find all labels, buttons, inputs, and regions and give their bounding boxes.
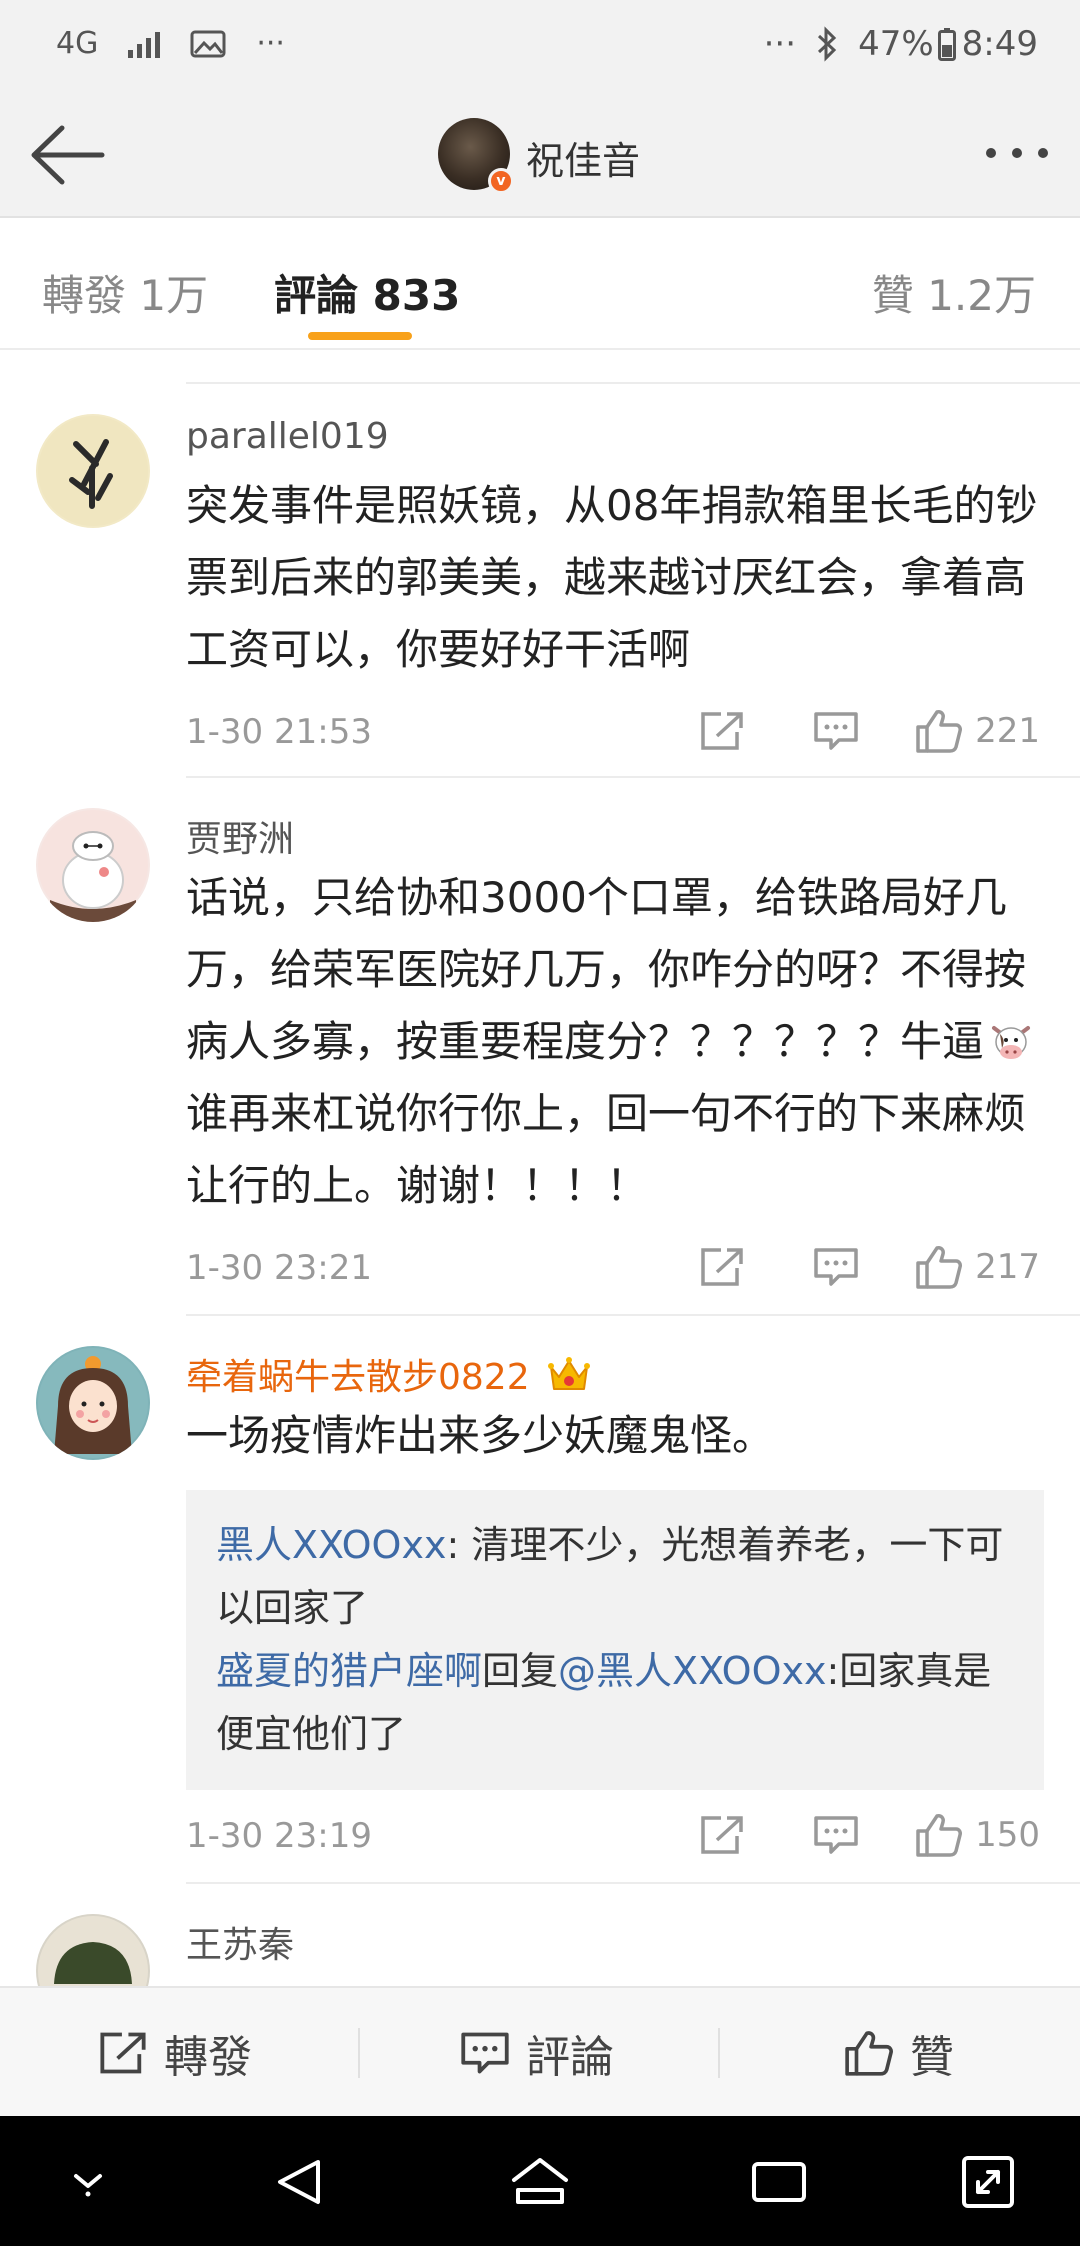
like-action-button[interactable]: 贊 (844, 1988, 954, 2118)
user-avatar[interactable] (36, 1914, 150, 1986)
chevron-down-icon[interactable] (62, 2154, 114, 2206)
comment-icon (814, 1816, 858, 1854)
like-count: 221 (975, 711, 1040, 751)
expand-icon[interactable] (960, 2154, 1016, 2210)
comment-text: 突发事件是照妖镜，从08年捐款箱里长毛的钞票到后来的郭美美，越来越讨厌红会，拿着… (186, 481, 1038, 674)
share-icon (701, 1816, 743, 1854)
repost-button[interactable] (699, 1810, 745, 1860)
back-arrow-icon[interactable] (28, 120, 108, 190)
like-count: 217 (975, 1247, 1040, 1287)
thumbs-up-icon (916, 710, 963, 753)
reply-label: 回复 (482, 1649, 559, 1693)
user-avatar[interactable] (36, 414, 150, 528)
comment-icon (461, 2032, 509, 2074)
divider (358, 2028, 360, 2078)
repost-button[interactable] (699, 706, 745, 756)
comment-username[interactable]: parallel019 (186, 416, 389, 457)
system-navigation-bar (0, 2116, 1080, 2246)
tab-bar: 轉發 1万 評論 833 贊 1.2万 (0, 218, 1080, 350)
like-count: 150 (975, 1815, 1040, 1855)
comment-time: 1-30 21:53 (186, 712, 372, 752)
reply-item: 黑人XXOOxx: 清理不少，光想着养老，一下可以回家了 (216, 1514, 1014, 1640)
verified-badge-icon: v (488, 168, 514, 194)
notification-more: ··· (256, 26, 285, 61)
battery-percent: 47% (858, 24, 934, 64)
comment-list[interactable]: parallel019 突发事件是照妖镜，从08年捐款箱里长毛的钞票到后来的郭美… (0, 352, 1080, 1986)
user-avatar[interactable] (36, 808, 150, 922)
comment-text: 一场疫情炸出来多少妖魔鬼怪。 (186, 1411, 775, 1460)
like-button[interactable]: 150 (915, 1810, 1040, 1860)
active-tab-indicator (308, 332, 412, 340)
comment-time: 1-30 23:21 (186, 1248, 372, 1288)
like-label: 贊 (910, 2032, 954, 2083)
cow-emoji-icon (988, 1014, 1034, 1060)
network-indicator: 4G (56, 26, 99, 61)
back-icon[interactable] (272, 2154, 328, 2210)
recent-apps-icon[interactable] (750, 2154, 808, 2210)
thumbs-up-icon (845, 2031, 893, 2076)
tab-comments[interactable]: 評論 833 (274, 262, 460, 323)
page-title[interactable]: 祝佳音 (526, 130, 640, 185)
bluetooth-icon (818, 26, 837, 62)
gallery-icon (190, 30, 226, 57)
tab-likes[interactable]: 贊 1.2万 (872, 262, 1036, 323)
comment-meta: 1-30 21:53 221 (186, 706, 1040, 756)
like-button[interactable]: 221 (915, 706, 1040, 756)
divider (186, 1314, 1080, 1316)
comment-time: 1-30 23:19 (186, 1816, 372, 1856)
comment-action-button[interactable]: 評論 (460, 1988, 614, 2118)
comment-meta: 1-30 23:21 217 (186, 1242, 1040, 1292)
status-more: ··· (763, 24, 797, 64)
girl-avatar-icon (38, 1348, 148, 1458)
baymax-avatar-icon (38, 810, 148, 922)
comment-text-part: 话说，只给协和3000个口罩，给铁路局好几万，给荣军医院好几万，你咋分的呀？不得… (186, 873, 1027, 1066)
share-icon (100, 2032, 146, 2074)
reply-button[interactable] (813, 1810, 859, 1860)
like-button[interactable]: 217 (915, 1242, 1040, 1292)
bottom-action-bar: 轉發 評論 贊 (0, 1986, 1080, 2116)
reply-username[interactable]: 黑人XXOOxx (216, 1523, 446, 1567)
vip-crown-icon (548, 1357, 591, 1390)
signal-icon (128, 30, 161, 58)
comment-username[interactable]: 牵着蜗牛去散步0822 (186, 1348, 591, 1400)
calligraphy-avatar-icon (38, 416, 148, 526)
comment-icon (814, 1248, 858, 1286)
reply-button[interactable] (813, 706, 859, 756)
divider (186, 382, 1080, 384)
reply-separator: : (446, 1523, 460, 1567)
comment-meta: 1-30 23:19 150 (186, 1810, 1040, 1860)
top-navigation: v 祝佳音 (0, 92, 1080, 218)
comment-icon (814, 712, 858, 750)
comment-text: 话说，只给协和3000个口罩，给铁路局好几万，给荣军医院好几万，你咋分的呀？不得… (186, 862, 1046, 1222)
comment-label: 評論 (526, 2032, 614, 2083)
reply-username[interactable]: 盛夏的猎户座啊 (216, 1649, 482, 1693)
reply-item: 盛夏的猎户座啊回复@黑人XXOOxx:回家真是便宜他们了 (216, 1640, 1014, 1766)
comment-username[interactable]: 贾野洲 (186, 810, 294, 862)
reply-mention[interactable]: @黑人XXOOxx (558, 1649, 826, 1693)
battery-icon (937, 28, 956, 61)
repost-action-button[interactable]: 轉發 (98, 1988, 252, 2118)
status-bar: 4G ··· ··· 47% 8:49 (0, 0, 1080, 92)
reply-preview[interactable]: 黑人XXOOxx: 清理不少，光想着养老，一下可以回家了 盛夏的猎户座啊回复@黑… (186, 1490, 1044, 1790)
divider (186, 1882, 1080, 1884)
user-avatar[interactable] (36, 1346, 150, 1460)
more-options-icon[interactable] (986, 148, 1048, 158)
character-avatar-icon (38, 1916, 148, 1986)
clock: 8:49 (961, 24, 1038, 64)
share-icon (701, 1248, 743, 1286)
thumbs-up-icon (916, 1246, 963, 1289)
share-icon (701, 712, 743, 750)
thumbs-up-icon (916, 1814, 963, 1857)
tab-reposts[interactable]: 轉發 1万 (42, 262, 208, 323)
comment-text-part: 谁再来杠说你行你上，回一句不行的下来麻烦让行的上。谢谢！！！！ (186, 1089, 1027, 1210)
repost-label: 轉發 (164, 2032, 252, 2083)
comment-username[interactable]: 王苏秦 (186, 1916, 294, 1968)
comment-username-text: 牵着蜗牛去散步0822 (186, 1357, 530, 1398)
home-icon[interactable] (508, 2154, 572, 2210)
repost-button[interactable] (699, 1242, 745, 1292)
divider (186, 776, 1080, 778)
divider (718, 2028, 720, 2078)
reply-button[interactable] (813, 1242, 859, 1292)
